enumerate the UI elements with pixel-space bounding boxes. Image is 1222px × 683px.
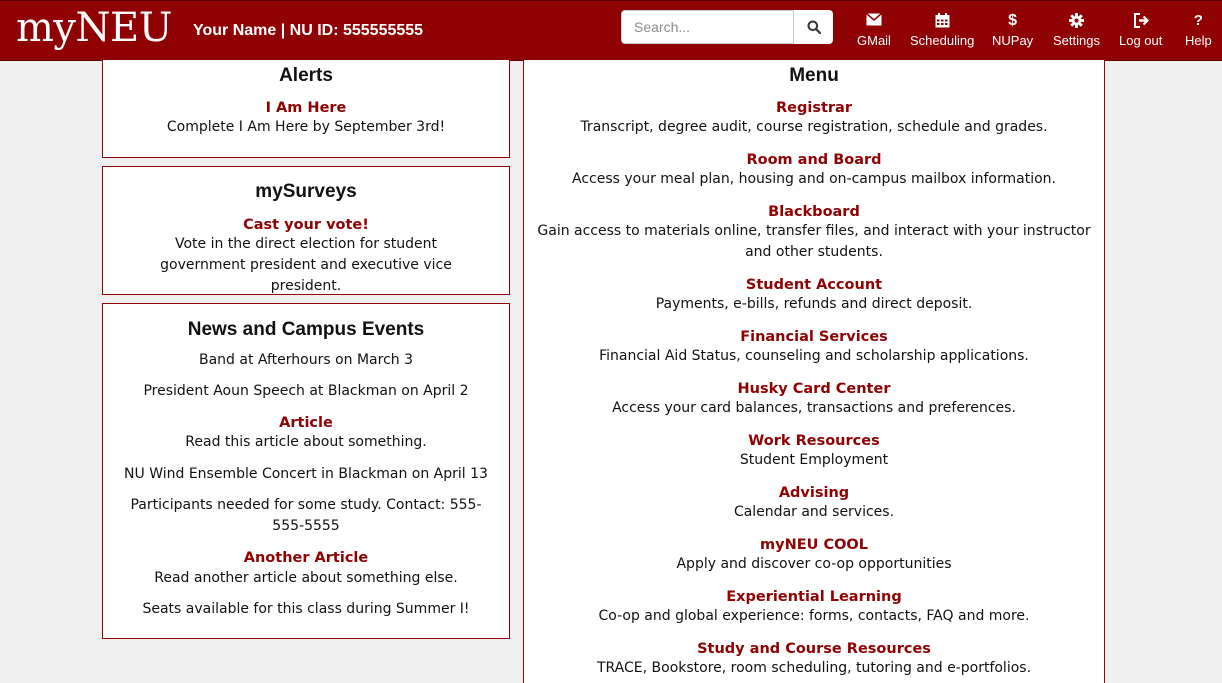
nav-nupay[interactable]: $ NUPay bbox=[992, 12, 1034, 49]
nav-label: GMail bbox=[857, 33, 891, 48]
menu-desc: Access your meal plan, housing and on-ca… bbox=[571, 171, 1056, 187]
news-panel: News and Campus Events Band at Afterhour… bbox=[102, 303, 510, 639]
menu-link-myneu-cool[interactable]: myNEU COOL bbox=[760, 537, 868, 553]
nav-settings[interactable]: Settings bbox=[1053, 13, 1100, 48]
menu-link-blackboard[interactable]: Blackboard bbox=[768, 204, 860, 220]
search-box bbox=[621, 10, 833, 44]
envelope-icon bbox=[857, 13, 891, 29]
menu-link-room-and-board[interactable]: Room and Board bbox=[746, 152, 881, 168]
menu-desc: Payments, e-bills, refunds and direct de… bbox=[655, 296, 973, 312]
menu-desc: Co-op and global experience: forms, cont… bbox=[598, 608, 1030, 624]
news-item: Read another article about something els… bbox=[154, 570, 458, 586]
news-title: News and Campus Events bbox=[187, 319, 425, 340]
survey-link-cast-vote[interactable]: Cast your vote! bbox=[243, 217, 369, 233]
news-item: Participants needed for some study. Cont… bbox=[130, 497, 482, 534]
search-icon bbox=[807, 20, 821, 34]
surveys-title: mySurveys bbox=[255, 181, 357, 202]
nav-label: Help bbox=[1185, 33, 1212, 48]
menu-link-advising[interactable]: Advising bbox=[779, 485, 849, 501]
menu-panel: Menu Registrar Transcript, degree audit,… bbox=[523, 60, 1105, 683]
menu-title: Menu bbox=[789, 65, 839, 86]
news-item: Seats available for this class during Su… bbox=[142, 601, 470, 617]
news-link-article[interactable]: Article bbox=[279, 415, 333, 431]
question-icon: ? bbox=[1193, 12, 1203, 29]
menu-desc: Gain access to materials online, transfe… bbox=[537, 223, 1091, 260]
menu-desc: Apply and discover co-op opportunities bbox=[676, 556, 952, 572]
surveys-panel: mySurveys Cast your vote! Vote in the di… bbox=[102, 166, 510, 295]
nav-label: NUPay bbox=[992, 33, 1034, 48]
dollar-icon: $ bbox=[1008, 12, 1018, 29]
alert-text: Complete I Am Here by September 3rd! bbox=[166, 119, 446, 135]
user-info: Your Name | NU ID: 555555555 bbox=[193, 22, 424, 39]
news-item: Band at Afterhours on March 3 bbox=[198, 352, 414, 368]
menu-link-husky-card-center[interactable]: Husky Card Center bbox=[738, 381, 891, 397]
nav-label: Log out bbox=[1119, 33, 1163, 48]
news-item: NU Wind Ensemble Concert in Blackman on … bbox=[124, 466, 488, 482]
news-link-another-article[interactable]: Another Article bbox=[244, 550, 368, 566]
calendar-icon bbox=[910, 13, 974, 29]
menu-desc: Student Employment bbox=[739, 452, 889, 468]
menu-desc: Transcript, degree audit, course registr… bbox=[580, 119, 1048, 135]
news-item: President Aoun Speech at Blackman on Apr… bbox=[143, 383, 469, 399]
alerts-panel: Alerts I Am Here Complete I Am Here by S… bbox=[102, 60, 510, 158]
menu-link-student-account[interactable]: Student Account bbox=[746, 277, 882, 293]
news-item: Read this article about something. bbox=[185, 434, 427, 450]
menu-desc: Access your card balances, transactions … bbox=[612, 400, 1016, 416]
nav-logout[interactable]: Log out bbox=[1119, 13, 1162, 48]
gear-icon bbox=[1053, 13, 1100, 29]
nav-help[interactable]: ? Help bbox=[1185, 12, 1212, 49]
menu-desc: Financial Aid Status, counseling and sch… bbox=[599, 348, 1029, 364]
menu-link-study-course-resources[interactable]: Study and Course Resources bbox=[697, 641, 931, 657]
nav-scheduling[interactable]: Scheduling bbox=[910, 13, 974, 48]
menu-desc: TRACE, Bookstore, room scheduling, tutor… bbox=[596, 660, 1032, 676]
survey-text: Vote in the direct election for student … bbox=[160, 236, 452, 294]
alert-link-i-am-here[interactable]: I Am Here bbox=[266, 100, 347, 116]
menu-link-experiential-learning[interactable]: Experiential Learning bbox=[726, 589, 901, 605]
nav-label: Scheduling bbox=[910, 33, 975, 48]
top-navbar: myNEU Your Name | NU ID: 555555555 GMail… bbox=[0, 0, 1222, 61]
search-button[interactable] bbox=[793, 10, 833, 44]
logo[interactable]: myNEU bbox=[16, 4, 172, 52]
menu-link-registrar[interactable]: Registrar bbox=[776, 100, 852, 116]
alerts-title: Alerts bbox=[279, 65, 333, 86]
menu-link-financial-services[interactable]: Financial Services bbox=[740, 329, 888, 345]
menu-link-work-resources[interactable]: Work Resources bbox=[748, 433, 879, 449]
logout-icon bbox=[1119, 13, 1162, 29]
search-input[interactable] bbox=[622, 11, 794, 43]
nav-gmail[interactable]: GMail bbox=[857, 13, 891, 48]
nav-label: Settings bbox=[1053, 33, 1100, 48]
menu-desc: Calendar and services. bbox=[733, 504, 895, 520]
